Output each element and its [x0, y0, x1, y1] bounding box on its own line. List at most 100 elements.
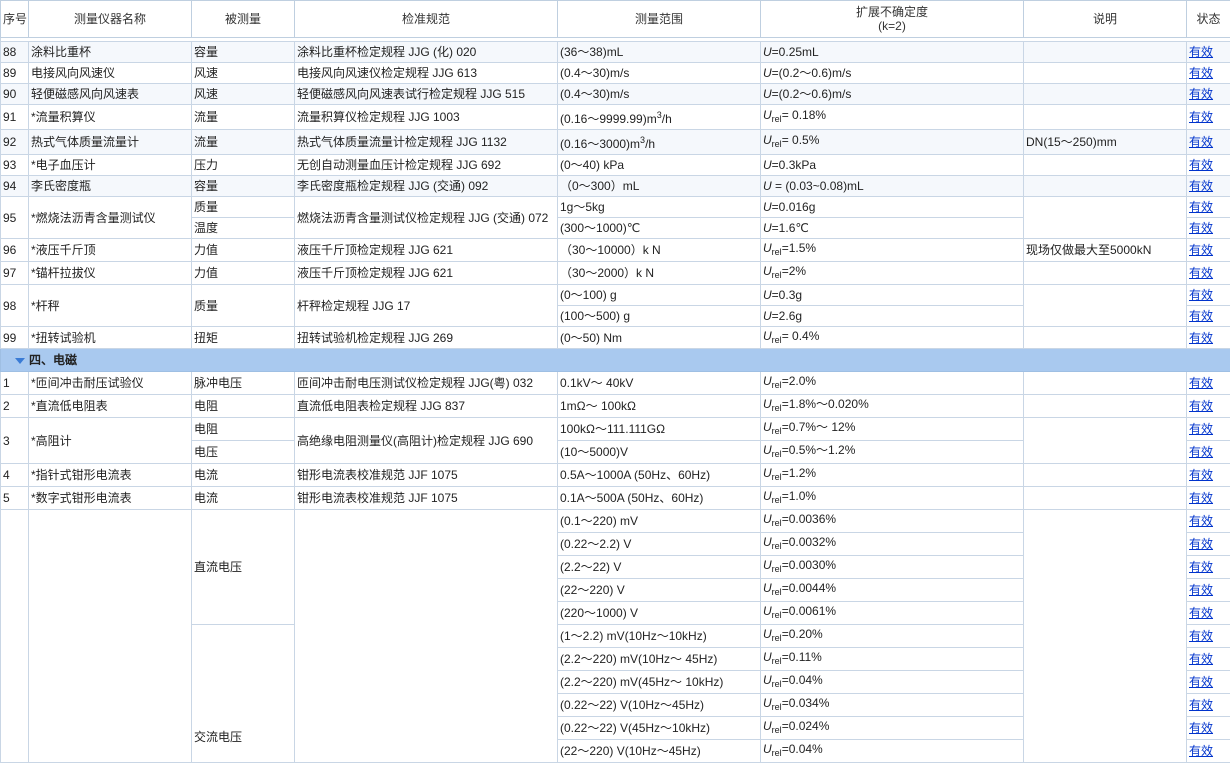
status-link[interactable]: 有效	[1189, 468, 1213, 482]
status-link[interactable]: 有效	[1189, 721, 1213, 735]
cell-spec: 电接风向风速仪检定规程 JJG 613	[294, 62, 558, 84]
status-link[interactable]: 有效	[1189, 87, 1213, 101]
status-link[interactable]: 有效	[1189, 698, 1213, 712]
status-link[interactable]: 有效	[1189, 606, 1213, 620]
status-cell: 有效	[1186, 83, 1230, 105]
status-link[interactable]: 有效	[1189, 629, 1213, 643]
header-range: 测量范围	[557, 0, 761, 38]
status-link[interactable]: 有效	[1189, 243, 1213, 257]
status-link[interactable]: 有效	[1189, 491, 1213, 505]
cell-uncertainty: U=2.6g	[760, 305, 1024, 327]
status-cell: 有效	[1186, 693, 1230, 717]
status-link[interactable]: 有效	[1189, 200, 1213, 214]
status-link[interactable]: 有效	[1189, 445, 1213, 459]
cell-note	[1023, 371, 1187, 395]
status-link[interactable]: 有效	[1189, 537, 1213, 551]
cell-range: (0.4～30)m/s	[557, 62, 761, 84]
cell-uncertainty: U=(0.2～0.6)m/s	[760, 83, 1024, 105]
status-cell: 有效	[1186, 440, 1230, 464]
status-link[interactable]: 有效	[1189, 652, 1213, 666]
status-link[interactable]: 有效	[1189, 135, 1213, 149]
cell-range: 0.1kV～ 40kV	[557, 371, 761, 395]
header-uncertainty-label: 扩展不确定度	[855, 5, 928, 19]
cell-spec: 钳形电流表校准规范 JJF 1075	[294, 463, 558, 487]
status-link[interactable]: 有效	[1189, 309, 1213, 323]
cell-quantity: 流量	[191, 104, 295, 130]
table-viewport[interactable]: 序号 测量仪器名称 被测量 检准规范 测量范围 扩展不确定度 (k=2) 说明 状…	[0, 0, 1230, 780]
cell-note	[1023, 326, 1187, 349]
cell-uncertainty: Urel=0.0032%	[760, 532, 1024, 556]
cell-name: *数字式钳形电流表	[28, 486, 192, 510]
cell-spec: 匝间冲击耐电压测试仪检定规程 JJG(粤) 032	[294, 371, 558, 395]
cell-range: (0～100) g	[557, 284, 761, 306]
status-link[interactable]: 有效	[1189, 266, 1213, 280]
cell-uncertainty: U=(0.2～0.6)m/s	[760, 62, 1024, 84]
status-link[interactable]: 有效	[1189, 399, 1213, 413]
cell-spec: 液压千斤顶检定规程 JJG 621	[294, 261, 558, 285]
status-link[interactable]: 有效	[1189, 422, 1213, 436]
cell-note	[1023, 104, 1187, 130]
header-no: 序号	[0, 0, 29, 38]
cell-range: 0.5A～1000A (50Hz、60Hz)	[557, 463, 761, 487]
status-link[interactable]: 有效	[1189, 288, 1213, 302]
cell-quantity: 风速	[191, 83, 295, 105]
cell-quantity-dc: 直流电压	[191, 509, 295, 625]
cell-spec	[294, 509, 558, 763]
cell-spec: 轻便磁感风向风速表试行检定规程 JJG 515	[294, 83, 558, 105]
status-link[interactable]: 有效	[1189, 179, 1213, 193]
cell-no: 89	[0, 62, 29, 84]
cell-quantity: 质量	[191, 284, 295, 327]
status-link[interactable]: 有效	[1189, 158, 1213, 172]
status-cell: 有效	[1186, 326, 1230, 349]
status-link[interactable]: 有效	[1189, 221, 1213, 235]
cell-quantity: 电流	[191, 463, 295, 487]
header-note: 说明	[1023, 0, 1187, 38]
collapse-triangle-icon[interactable]	[15, 357, 25, 364]
status-cell: 有效	[1186, 509, 1230, 533]
cell-note	[1023, 41, 1187, 63]
cell-uncertainty: Urel= 0.4%	[760, 326, 1024, 349]
header-quantity: 被测量	[191, 0, 295, 38]
table-row: 92 热式气体质量流量计 流量 热式气体质量流量计检定规程 JJG 1132 (0.16…	[0, 129, 1230, 155]
status-link[interactable]: 有效	[1189, 560, 1213, 574]
status-link[interactable]: 有效	[1189, 45, 1213, 59]
cell-range: (300～1000)℃	[557, 217, 761, 239]
cell-range: (10～5000)V	[557, 440, 761, 464]
cell-range: (2.2～22) V	[557, 555, 761, 579]
cell-name: *流量积算仪	[28, 104, 192, 130]
cell-range: (0.16～3000)m3/h	[557, 129, 761, 155]
cell-uncertainty: Urel=0.11%	[760, 647, 1024, 671]
status-link[interactable]: 有效	[1189, 66, 1213, 80]
cell-quantity: 温度	[191, 217, 295, 239]
status-link[interactable]: 有效	[1189, 744, 1213, 758]
status-cell: 有效	[1186, 486, 1230, 510]
table-row: 89 电接风向风速仪 风速 电接风向风速仪检定规程 JJG 613 (0.4～30)m/…	[0, 62, 1230, 84]
header-spec: 检准规范	[294, 0, 558, 38]
status-link[interactable]: 有效	[1189, 376, 1213, 390]
status-cell: 有效	[1186, 62, 1230, 84]
cell-range: (100～500) g	[557, 305, 761, 327]
status-link[interactable]: 有效	[1189, 514, 1213, 528]
cell-spec: 涂料比重杯检定规程 JJG (化) 020	[294, 41, 558, 63]
cell-quantity: 脉冲电压	[191, 371, 295, 395]
header-status: 状态	[1186, 0, 1230, 38]
cell-range: (0～50) Nm	[557, 326, 761, 349]
section-header-row[interactable]: 四、电磁	[0, 348, 1230, 372]
cell-uncertainty: Urel=0.7%～ 12%	[760, 417, 1024, 441]
cell-spec: 高绝缘电阻测量仪(高阻计)检定规程 JJG 690	[294, 417, 558, 464]
cell-uncertainty: Urel= 0.5%	[760, 129, 1024, 155]
status-cell: 有效	[1186, 104, 1230, 130]
cell-uncertainty: Urel=2.0%	[760, 371, 1024, 395]
table-row: 97 *锚杆拉拔仪 力值 液压千斤顶检定规程 JJG 621 （30～2000）k NU…	[0, 261, 1230, 285]
cell-no: 90	[0, 83, 29, 105]
status-link[interactable]: 有效	[1189, 675, 1213, 689]
status-link[interactable]: 有效	[1189, 331, 1213, 345]
table-row: 93 *电子血压计 压力 无创自动测量血压计检定规程 JJG 692 (0～40) kP…	[0, 154, 1230, 176]
status-cell: 有效	[1186, 739, 1230, 763]
table-body: 88 涂料比重杯 容量 涂料比重杯检定规程 JJG (化) 020 (36～38)mL U…	[0, 37, 1230, 763]
cell-no: 3	[0, 417, 29, 464]
section-header[interactable]: 四、电磁	[0, 348, 1230, 372]
status-link[interactable]: 有效	[1189, 110, 1213, 124]
cell-name: 热式气体质量流量计	[28, 129, 192, 155]
status-link[interactable]: 有效	[1189, 583, 1213, 597]
